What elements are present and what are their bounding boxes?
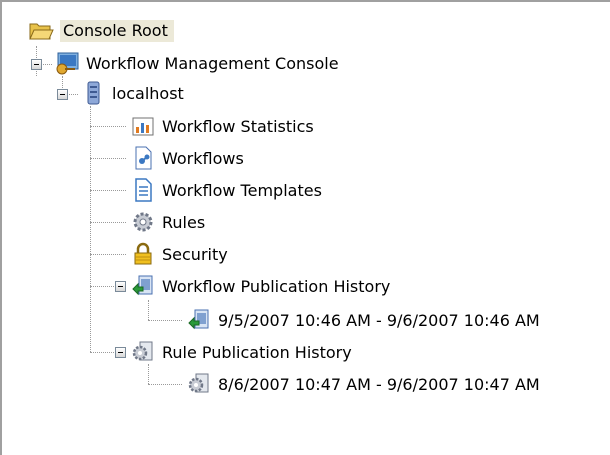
tree-node-localhost[interactable]: localhost — [80, 78, 184, 108]
tree-node-console-root[interactable]: Console Root — [28, 16, 174, 46]
rule-entry-icon — [186, 371, 212, 397]
tree-label: Workflow Statistics — [162, 116, 314, 136]
collapse-rule-publication-button[interactable] — [115, 347, 126, 358]
template-document-icon — [130, 177, 156, 203]
tree-label: Console Root — [60, 20, 174, 42]
collapse-console-button[interactable] — [31, 59, 42, 70]
tree-label: Workflow Templates — [162, 180, 322, 200]
gear-icon — [130, 209, 156, 235]
tree-node-workflows[interactable]: Workflows — [130, 143, 244, 173]
tree-label: Security — [162, 244, 228, 264]
tree-node-rules[interactable]: Rules — [130, 207, 205, 237]
lock-icon — [130, 241, 156, 267]
workflow-document-icon — [130, 145, 156, 171]
tree-node-rule-publication-history[interactable]: Rule Publication History — [130, 337, 352, 367]
tree-node-workflow-templates[interactable]: Workflow Templates — [130, 175, 322, 205]
tree-label: Rules — [162, 212, 206, 232]
publication-icon — [130, 273, 156, 299]
tree-connector — [148, 320, 182, 321]
tree-connector — [90, 106, 91, 352]
tree-node-workflow-statistics[interactable]: Workflow Statistics — [130, 111, 314, 141]
tree-label: 9/5/2007 10:46 AM - 9/6/2007 10:46 AM — [218, 310, 540, 330]
tree-connector — [90, 222, 126, 223]
tree-label: Workflow Management Console — [86, 53, 339, 73]
tree-node-workflow-publication-history[interactable]: Workflow Publication History — [130, 271, 390, 301]
console-tree[interactable]: Console Root Workflow Management Console… — [0, 0, 610, 455]
tree-connector — [148, 384, 182, 385]
tree-node-workflow-publication-entry[interactable]: 9/5/2007 10:46 AM - 9/6/2007 10:46 AM — [186, 305, 540, 335]
rule-history-icon — [130, 339, 156, 365]
tree-connector — [90, 126, 126, 127]
folder-open-icon — [28, 18, 54, 44]
tree-label: localhost — [112, 83, 184, 103]
tree-node-security[interactable]: Security — [130, 239, 228, 269]
tree-connector — [148, 300, 149, 320]
chart-icon — [130, 113, 156, 139]
tree-node-rule-publication-entry[interactable]: 8/6/2007 10:47 AM - 9/6/2007 10:47 AM — [186, 369, 540, 399]
tree-connector — [90, 158, 126, 159]
tree-connector — [148, 364, 149, 384]
tree-label: Rule Publication History — [162, 342, 352, 362]
tree-connector — [90, 190, 126, 191]
publication-entry-icon — [186, 307, 212, 333]
server-icon — [80, 80, 106, 106]
tree-node-workflow-management-console[interactable]: Workflow Management Console — [54, 48, 339, 78]
tree-label: Workflow Publication History — [162, 276, 391, 296]
console-icon — [54, 50, 80, 76]
tree-label: Workflows — [162, 148, 244, 168]
collapse-localhost-button[interactable] — [57, 89, 68, 100]
tree-connector — [90, 254, 126, 255]
tree-label: 8/6/2007 10:47 AM - 9/6/2007 10:47 AM — [218, 374, 540, 394]
collapse-workflow-publication-button[interactable] — [115, 281, 126, 292]
